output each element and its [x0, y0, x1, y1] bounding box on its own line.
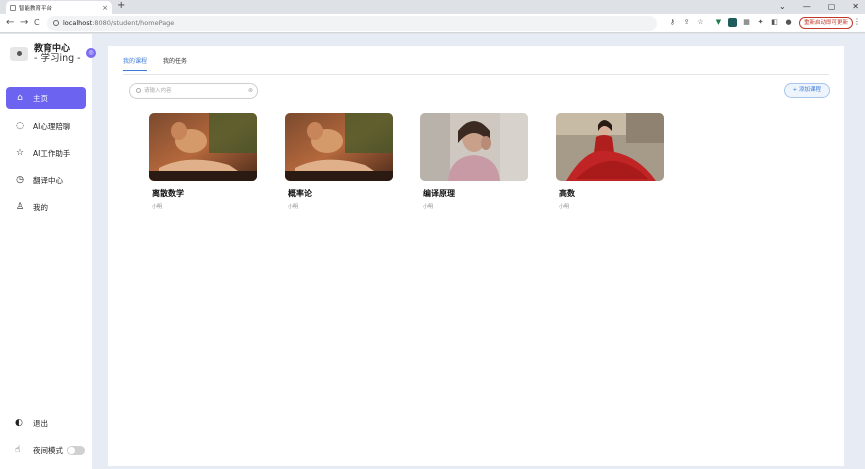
sidebar-item-home[interactable]: ⌂ 主页	[6, 87, 86, 109]
course-teacher: 小明	[559, 204, 570, 210]
brand-subtitle: - 学习ing -	[34, 53, 81, 64]
profile-icon[interactable]: ●	[784, 18, 793, 27]
course-thumbnail[interactable]	[285, 113, 393, 181]
close-window-button[interactable]: ✕	[852, 0, 859, 13]
home-icon: ⌂	[17, 93, 23, 103]
course-card[interactable]: 高数 小明	[556, 113, 664, 210]
extension-grid-icon[interactable]: ▦	[742, 18, 751, 27]
course-card[interactable]: 编译原理 小明	[420, 113, 528, 210]
address-row: ← → C localhost:8080/student/homePage ⚷ …	[0, 14, 865, 33]
sidebar-item-label: 翻译中心	[33, 175, 63, 185]
new-tab-button[interactable]: +	[117, 0, 125, 11]
tab-search-icon[interactable]: ⌄	[779, 0, 786, 13]
course-card[interactable]: 概率论 小明	[285, 113, 393, 210]
url-path: :8080/student/homePage	[92, 19, 175, 27]
course-name: 高数	[559, 189, 575, 198]
star-icon: ☆	[15, 148, 25, 158]
browser-menu-icon[interactable]: ⋮	[853, 17, 861, 26]
reload-button[interactable]: C	[34, 17, 40, 29]
course-name: 编译原理	[423, 189, 455, 198]
bookmark-star-icon[interactable]: ☆	[696, 18, 705, 27]
search-icon	[136, 88, 141, 93]
minimize-button[interactable]: —	[803, 0, 811, 13]
clock-icon: ◷	[16, 175, 24, 185]
maximize-button[interactable]: ▢	[828, 0, 836, 13]
night-mode-row: ☝ 夜间模式	[6, 440, 86, 460]
sidebar-item-label: AI工作助手	[33, 148, 71, 158]
forward-button[interactable]: →	[20, 17, 28, 29]
sidepanel-icon[interactable]: ◧	[770, 18, 779, 27]
favicon-icon	[10, 4, 16, 11]
sidebar-item-ai-assistant[interactable]: ☆ AI工作助手	[6, 142, 86, 164]
extension-square-icon[interactable]	[728, 18, 737, 27]
extension-v-icon[interactable]: ▼	[714, 18, 723, 27]
course-name: 离散数学	[152, 189, 184, 198]
hand-icon: ☝	[15, 445, 21, 455]
tab-title: 智能教育平台	[19, 5, 53, 12]
extensions-puzzle-icon[interactable]: ✦	[756, 18, 765, 27]
sidebar-item-label: 我的	[33, 202, 48, 212]
sidebar-item-ai-chat[interactable]: ◌ AI心理陪聊	[6, 115, 86, 137]
brand-logo-icon	[10, 47, 28, 61]
site-info-icon[interactable]	[53, 20, 59, 26]
brand: 教育中心 - 学习ing -	[10, 44, 81, 64]
window-controls: ⌄ — ▢ ✕	[779, 0, 859, 13]
tabs-divider	[123, 74, 829, 75]
tab-close-icon[interactable]: ×	[102, 4, 108, 12]
course-teacher: 小明	[423, 204, 434, 210]
collapse-sidebar-icon[interactable]: ◎	[86, 48, 96, 58]
course-name: 概率论	[288, 189, 312, 198]
share-icon[interactable]: ⇪	[682, 18, 691, 27]
sidebar-item-label: AI心理陪聊	[33, 121, 71, 131]
logout-button[interactable]: ◐ 退出	[6, 413, 86, 433]
main-panel: 我的课程 我的任务 请输入内容 ⊗ + 添加课程 离散数学 小明 概率论 小明 …	[108, 46, 844, 466]
search-input[interactable]: 请输入内容 ⊗	[129, 83, 258, 99]
sidebar-item-translate[interactable]: ◷ 翻译中心	[6, 169, 86, 191]
url-host: localhost	[63, 19, 93, 27]
clear-search-icon[interactable]: ⊗	[248, 84, 253, 98]
url-bar[interactable]: localhost:8080/student/homePage	[47, 16, 657, 31]
brand-text: 教育中心 - 学习ing -	[34, 44, 81, 64]
sidebar-item-mine[interactable]: ♙ 我的	[6, 196, 86, 218]
back-button[interactable]: ←	[6, 17, 14, 29]
tab-my-courses[interactable]: 我的课程	[123, 56, 148, 71]
browser-tab[interactable]: 智能教育平台 ×	[6, 1, 112, 14]
update-button[interactable]: 重新启动即可更新	[798, 17, 853, 29]
content-tabs: 我的课程 我的任务	[123, 56, 187, 71]
course-thumbnail[interactable]	[420, 113, 528, 181]
tab-my-tasks[interactable]: 我的任务	[163, 56, 187, 71]
browser-tab-bar: 智能教育平台 × + ⌄ — ▢ ✕	[0, 0, 865, 14]
course-teacher: 小明	[288, 204, 299, 210]
add-course-button[interactable]: + 添加课程	[783, 83, 830, 98]
course-teacher: 小明	[152, 204, 163, 210]
key-icon[interactable]: ⚷	[668, 18, 677, 27]
search-placeholder: 请输入内容	[144, 88, 172, 94]
logout-label: 退出	[33, 418, 48, 428]
night-mode-label: 夜间模式	[33, 445, 63, 455]
user-icon: ♙	[15, 202, 25, 212]
night-mode-toggle[interactable]	[67, 445, 85, 455]
sidebar-item-label: 主页	[33, 93, 48, 103]
app-container: 教育中心 - 学习ing - ◎ ⌂ 主页 ◌ AI心理陪聊 ☆ AI工作助手 …	[0, 34, 865, 469]
logout-icon: ◐	[15, 418, 23, 428]
course-card[interactable]: 离散数学 小明	[149, 113, 257, 210]
course-thumbnail[interactable]	[556, 113, 664, 181]
sidebar: 教育中心 - 学习ing - ◎ ⌂ 主页 ◌ AI心理陪聊 ☆ AI工作助手 …	[0, 34, 96, 469]
course-thumbnail[interactable]	[149, 113, 257, 181]
chat-icon: ◌	[16, 121, 24, 131]
